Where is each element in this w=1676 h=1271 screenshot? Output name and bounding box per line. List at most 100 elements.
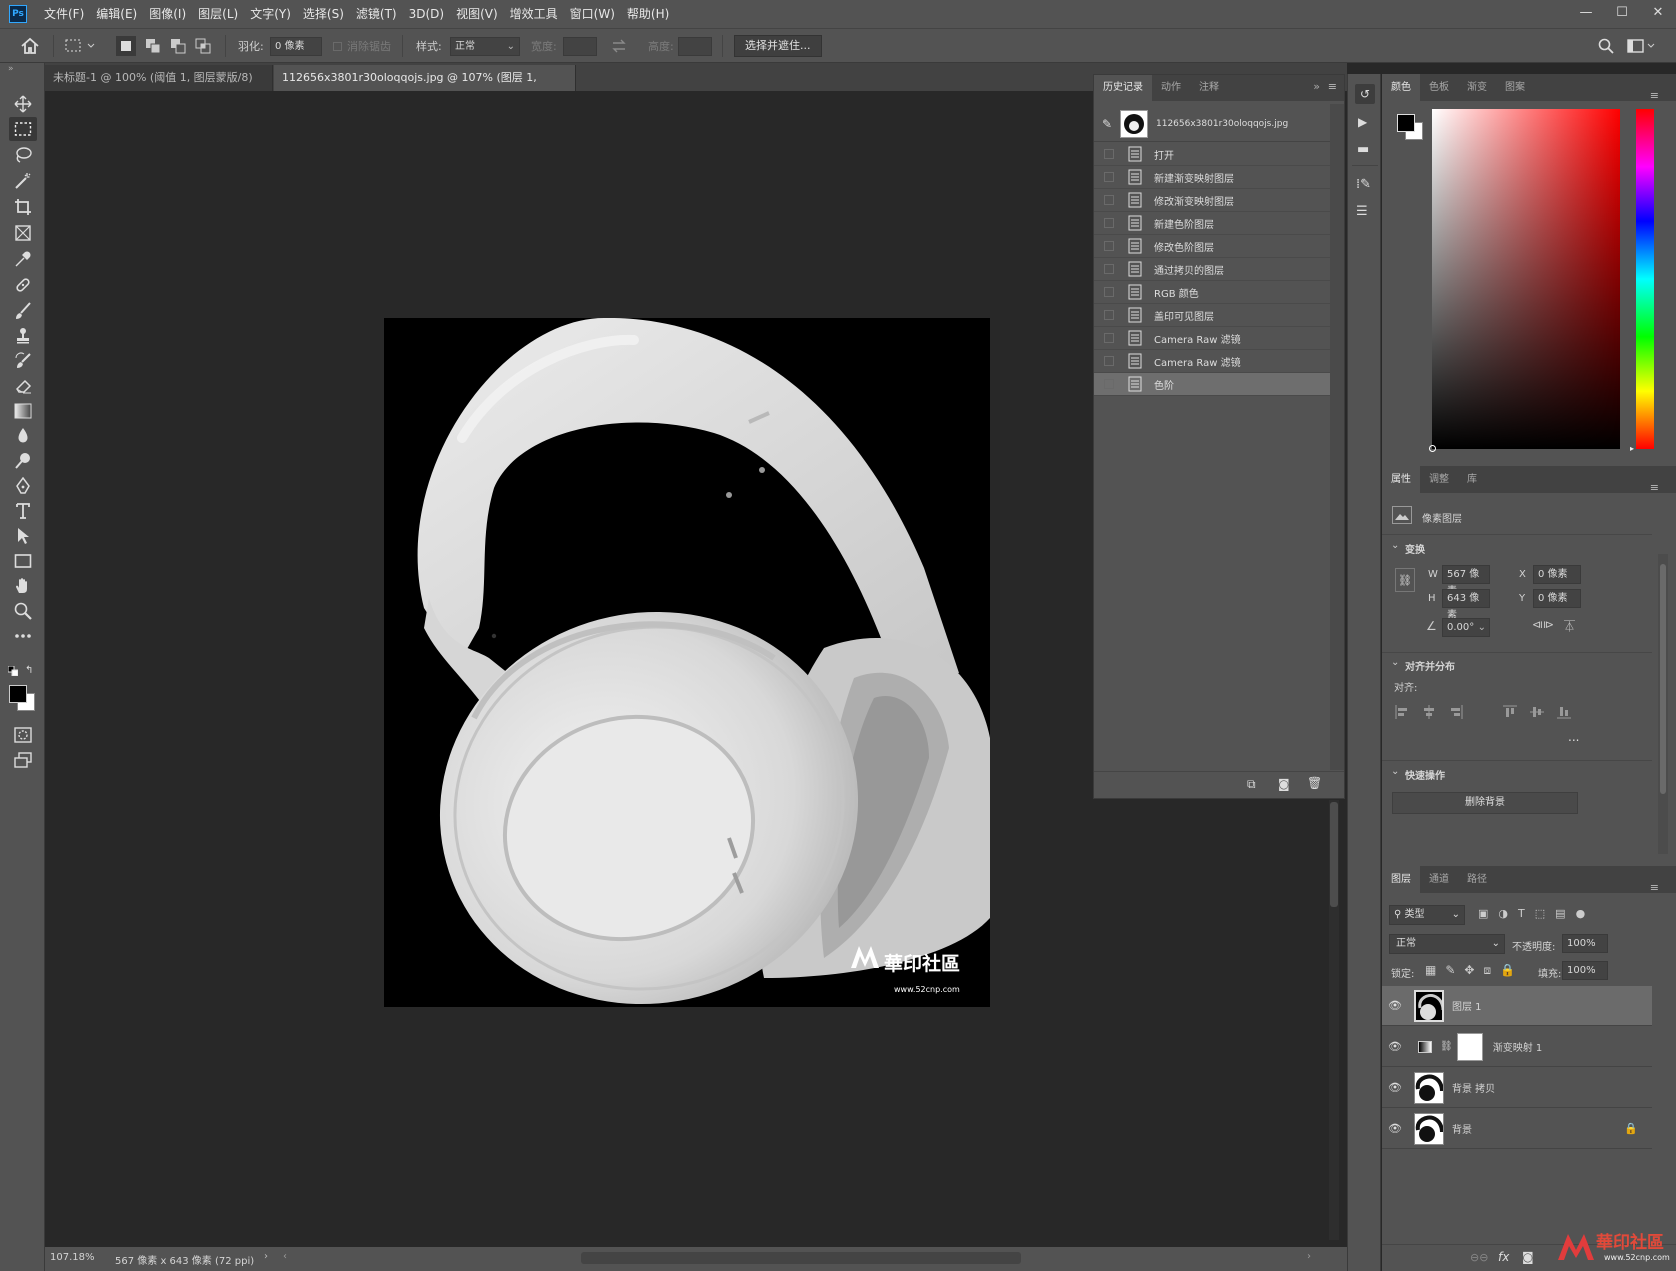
tab-untitled[interactable]: 未标题-1 @ 100% (阈值 1, 图层蒙版/8) *× [45, 65, 273, 110]
tab-history[interactable]: 历史记录 [1094, 75, 1152, 101]
marquee-tool-icon[interactable] [9, 117, 37, 141]
menu-image[interactable]: 图像(I) [143, 0, 192, 28]
history-source-checkbox[interactable] [1104, 195, 1114, 205]
flip-horizontal-icon[interactable]: ⧏⧐ [1532, 618, 1554, 631]
history-brush-source-icon[interactable]: ✎ [1094, 117, 1120, 131]
search-icon[interactable] [1598, 29, 1614, 63]
lock-position-icon[interactable]: ✥ [1464, 963, 1474, 978]
align-bottom-icon[interactable] [1557, 705, 1571, 719]
history-source-checkbox[interactable] [1104, 241, 1114, 251]
align-top-icon[interactable] [1503, 705, 1517, 719]
color-picker-cursor[interactable] [1429, 445, 1436, 452]
align-right-icon[interactable] [1449, 705, 1463, 719]
eraser-tool-icon[interactable] [9, 374, 37, 398]
height-field[interactable]: 643 像素 [1442, 589, 1490, 621]
layer-filter-select[interactable]: ⚲ 类型 ⌄ [1389, 905, 1465, 925]
magic-wand-tool-icon[interactable] [9, 169, 37, 193]
quick-mask-icon[interactable] [9, 723, 37, 747]
layer-name[interactable]: 背景 拷贝 [1452, 1080, 1495, 1095]
layer-row-background[interactable]: 👁 背景 🔒 [1382, 1109, 1652, 1149]
selection-subtract-icon[interactable] [169, 29, 187, 63]
zoom-level[interactable]: 107.18% [50, 1252, 95, 1263]
scroll-right-icon[interactable]: › [1307, 1251, 1311, 1262]
tab-layers[interactable]: 图层 [1382, 866, 1420, 893]
layer-row-background-copy[interactable]: 👁 背景 拷贝 [1382, 1068, 1652, 1108]
tab-actions[interactable]: 动作 [1152, 75, 1190, 101]
history-source-checkbox[interactable] [1104, 310, 1114, 320]
history-item[interactable]: 盖印可见图层 [1094, 304, 1330, 327]
opacity-field[interactable]: 100% [1562, 934, 1608, 953]
color-picker-field[interactable] [1429, 109, 1620, 452]
panel-menu-icon[interactable]: ≡ [1328, 80, 1337, 93]
panel-menu-icon[interactable]: ≡ [1641, 874, 1668, 901]
type-tool-icon[interactable] [9, 499, 37, 523]
brush-tool-icon[interactable] [9, 299, 37, 323]
document-image[interactable]: 華印社區 www.52cnp.com [384, 318, 990, 1007]
history-item[interactable]: 新建渐变映射图层 [1094, 166, 1330, 189]
eye-icon[interactable]: 👁 [1382, 1081, 1408, 1094]
history-snapshot[interactable]: ✎ 112656x3801r30oloqqojs.jpg [1094, 106, 1330, 142]
pen-tool-icon[interactable] [9, 474, 37, 498]
y-field[interactable]: 0 像素 [1533, 589, 1581, 608]
tab-paths[interactable]: 路径 [1458, 866, 1496, 893]
eye-icon[interactable]: 👁 [1382, 1122, 1408, 1135]
flip-vertical-icon[interactable]: ⏄ [1564, 618, 1575, 634]
history-item[interactable]: RGB 颜色 [1094, 281, 1330, 304]
close-window-button[interactable]: ✕ [1640, 0, 1676, 28]
path-selection-tool-icon[interactable] [9, 524, 37, 548]
dodge-tool-icon[interactable] [9, 449, 37, 473]
comment-icon[interactable]: ▬ [1357, 142, 1369, 157]
panel-menu-icon[interactable]: ≡ [1641, 474, 1668, 501]
feather-input[interactable]: 0 像素 [270, 36, 322, 56]
history-source-checkbox[interactable] [1104, 379, 1114, 389]
history-item[interactable]: 新建色阶图层 [1094, 212, 1330, 235]
vertical-scrollbar[interactable] [1329, 800, 1339, 1240]
collapse-panel-icon[interactable]: » [1313, 80, 1320, 93]
lock-pixels-icon[interactable]: ✎ [1445, 963, 1455, 978]
adjustments-icon[interactable]: ☰ [1356, 204, 1368, 219]
antialias-checkbox[interactable] [333, 41, 342, 51]
tab-channels[interactable]: 通道 [1420, 866, 1458, 893]
history-source-checkbox[interactable] [1104, 264, 1114, 274]
align-center-h-icon[interactable] [1422, 705, 1436, 719]
more-options-icon[interactable]: ... [1568, 730, 1579, 744]
tab-adjustments[interactable]: 调整 [1420, 466, 1458, 493]
style-select[interactable]: 正常 ⌄ [450, 36, 520, 56]
actions-play-icon[interactable]: ▶ [1358, 115, 1367, 129]
align-center-v-icon[interactable] [1530, 705, 1544, 719]
mask-link-icon[interactable]: ⛓ [1440, 1041, 1453, 1052]
marquee-preset-icon[interactable] [64, 29, 98, 63]
vertical-scroll-thumb[interactable] [1330, 802, 1338, 907]
remove-background-button[interactable]: 删除背景 [1392, 792, 1578, 814]
fx-icon[interactable]: fx [1498, 1250, 1509, 1264]
filter-type-icon[interactable]: T [1518, 907, 1525, 920]
angle-field[interactable]: 0.00° ⌄ [1442, 618, 1490, 637]
frame-tool-icon[interactable] [9, 221, 37, 245]
history-item[interactable]: 打开 [1094, 143, 1330, 166]
menu-file[interactable]: 文件(F) [38, 0, 90, 28]
screen-mode-icon[interactable] [9, 748, 37, 772]
move-tool-icon[interactable] [9, 92, 37, 116]
fill-field[interactable]: 100% [1562, 961, 1608, 980]
filter-smart-object-icon[interactable]: ▤ [1555, 907, 1565, 920]
more-tools-icon[interactable] [9, 624, 37, 648]
restore-button[interactable]: ☐ [1604, 0, 1640, 28]
tab-libraries[interactable]: 库 [1458, 466, 1486, 493]
lasso-tool-icon[interactable] [9, 143, 37, 167]
tab-patterns[interactable]: 图案 [1496, 74, 1534, 101]
eyedropper-tool-icon[interactable] [9, 247, 37, 271]
tab-color[interactable]: 颜色 [1382, 74, 1420, 101]
horizontal-scrollbar[interactable] [581, 1252, 1021, 1264]
panel-menu-icon[interactable]: ≡ [1641, 82, 1668, 109]
align-left-icon[interactable] [1395, 705, 1409, 719]
eye-icon[interactable]: 👁 [1382, 1040, 1408, 1053]
filter-toggle-icon[interactable]: ● [1576, 907, 1586, 920]
menu-filter[interactable]: 滤镜(T) [350, 0, 403, 28]
chevron-down-icon[interactable]: ⌄ [1391, 657, 1399, 668]
stamp-tool-icon[interactable] [9, 324, 37, 348]
lock-transparency-icon[interactable]: ▦ [1425, 963, 1436, 978]
filter-adjustment-icon[interactable]: ◑ [1498, 907, 1508, 920]
hue-slider-handle[interactable]: ▸ [1630, 444, 1634, 453]
default-colors-icon[interactable] [8, 666, 18, 676]
height-input[interactable] [678, 36, 712, 56]
